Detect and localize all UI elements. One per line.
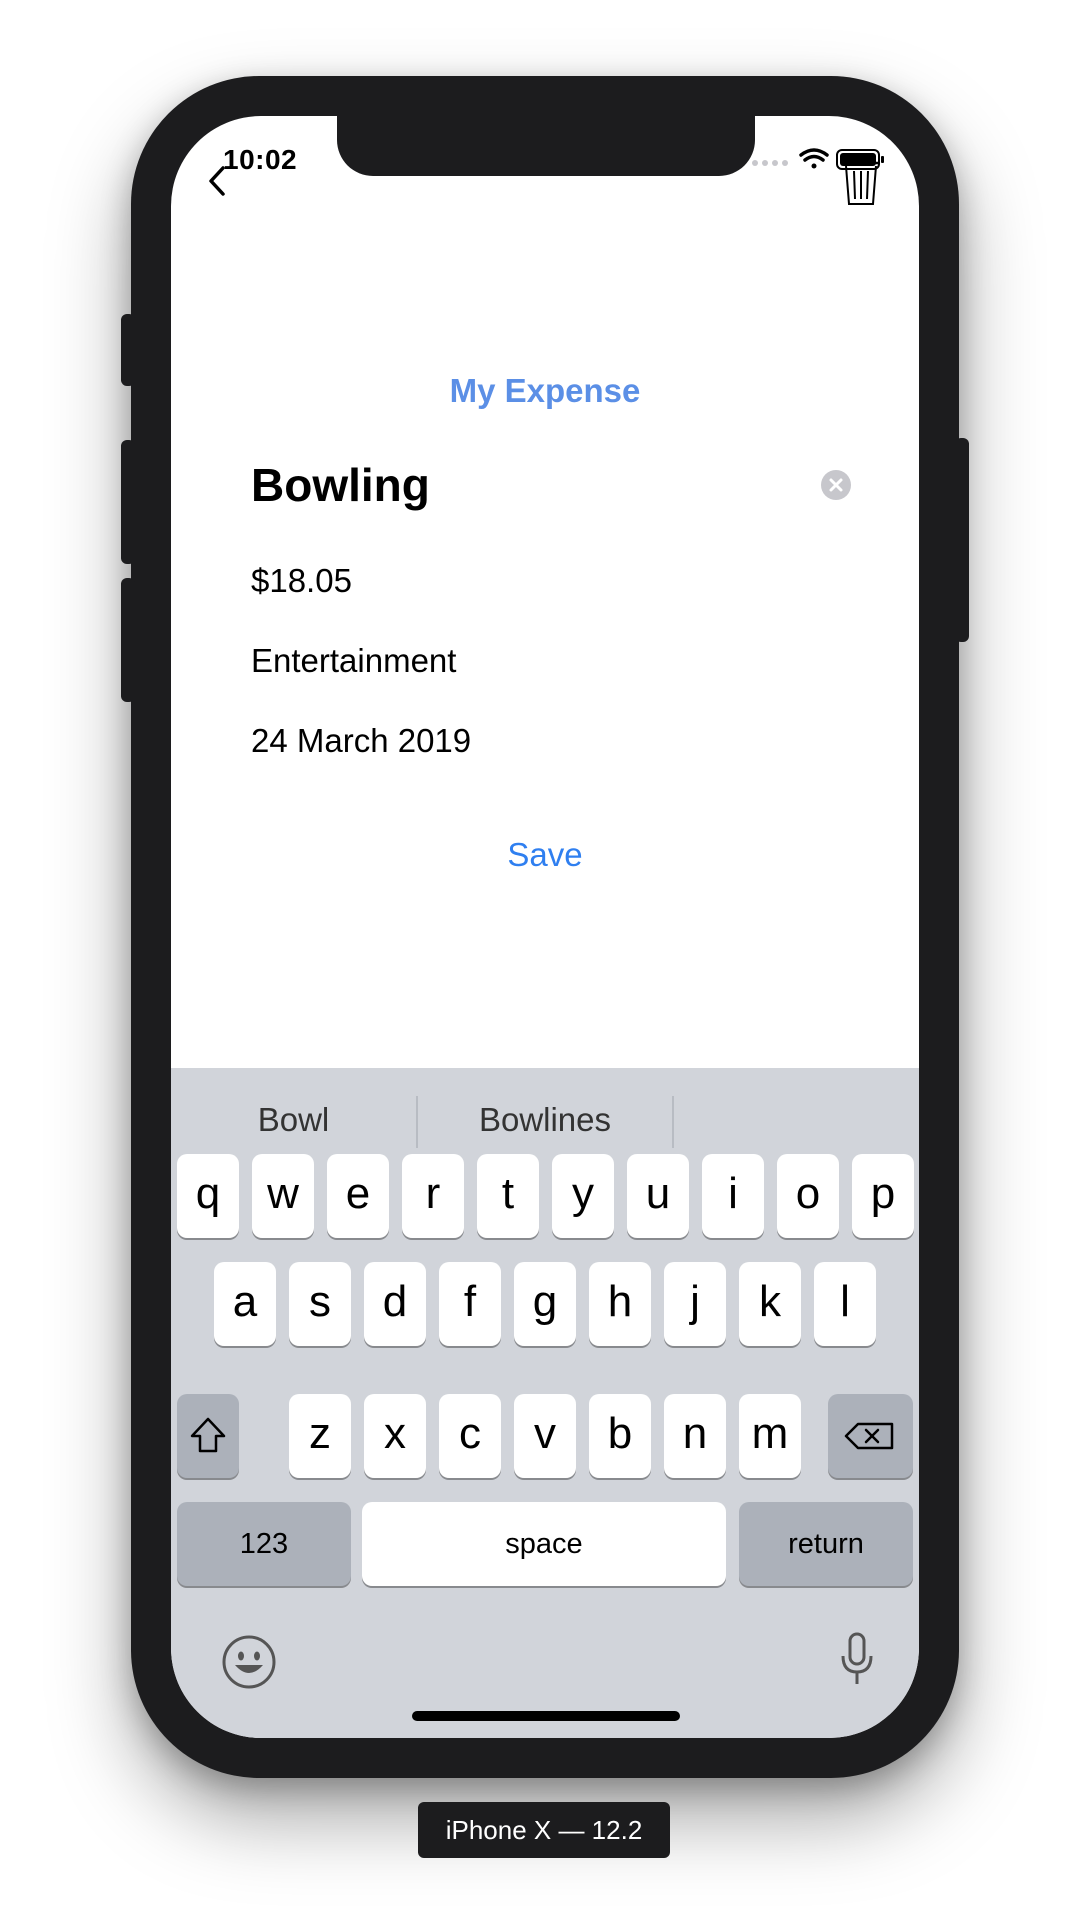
back-button[interactable]: [199, 160, 239, 204]
key-k[interactable]: k: [739, 1262, 801, 1346]
signal-icon: [752, 160, 788, 166]
key-s[interactable]: s: [289, 1262, 351, 1346]
key-o[interactable]: o: [777, 1154, 839, 1238]
date-field[interactable]: 24 March 2019: [251, 722, 471, 760]
key-i[interactable]: i: [702, 1154, 764, 1238]
chevron-left-icon: [209, 166, 225, 196]
clear-icon: [829, 478, 843, 492]
suggestion-bar: Bowl Bowlines: [171, 1068, 919, 1168]
space-key[interactable]: space: [362, 1502, 726, 1586]
key-u[interactable]: u: [627, 1154, 689, 1238]
key-w[interactable]: w: [252, 1154, 314, 1238]
clear-text-button[interactable]: [821, 470, 851, 500]
volume-up-button: [121, 440, 135, 564]
key-q[interactable]: q: [177, 1154, 239, 1238]
key-m[interactable]: m: [739, 1394, 801, 1478]
dictation-button[interactable]: [837, 1630, 877, 1690]
key-x[interactable]: x: [364, 1394, 426, 1478]
suggestion-item[interactable]: Bowlines: [418, 1068, 672, 1168]
keyboard: Bowl Bowlines qwertyuiop asdfghjkl zxcvb…: [171, 1068, 919, 1738]
key-c[interactable]: c: [439, 1394, 501, 1478]
home-indicator[interactable]: [412, 1711, 680, 1721]
device-label: iPhone X — 12.2: [418, 1802, 670, 1858]
key-f[interactable]: f: [439, 1262, 501, 1346]
shift-key[interactable]: [177, 1394, 239, 1478]
key-h[interactable]: h: [589, 1262, 651, 1346]
wifi-icon: [799, 148, 829, 169]
key-l[interactable]: l: [814, 1262, 876, 1346]
key-a[interactable]: a: [214, 1262, 276, 1346]
key-p[interactable]: p: [852, 1154, 914, 1238]
key-v[interactable]: v: [514, 1394, 576, 1478]
page-title: My Expense: [449, 372, 641, 409]
key-b[interactable]: b: [589, 1394, 651, 1478]
backspace-icon: [844, 1422, 894, 1450]
return-key[interactable]: return: [739, 1502, 913, 1586]
expense-name-field[interactable]: Bowling: [251, 452, 851, 524]
delete-button[interactable]: [839, 156, 883, 208]
key-t[interactable]: t: [477, 1154, 539, 1238]
emoji-icon: [222, 1635, 276, 1689]
suggestion-item[interactable]: [674, 1068, 919, 1168]
suggestion-item[interactable]: Bowl: [171, 1068, 416, 1168]
shift-icon: [190, 1417, 226, 1453]
screen: 10:02 My Expense Bowling $18.05 Entertai…: [171, 116, 919, 1738]
key-d[interactable]: d: [364, 1262, 426, 1346]
notch: [337, 116, 755, 176]
amount-field[interactable]: $18.05: [251, 562, 352, 600]
key-z[interactable]: z: [289, 1394, 351, 1478]
key-n[interactable]: n: [664, 1394, 726, 1478]
delete-key[interactable]: [828, 1394, 913, 1478]
microphone-icon: [841, 1632, 873, 1684]
expense-name-value: Bowling: [251, 459, 430, 511]
key-j[interactable]: j: [664, 1262, 726, 1346]
key-r[interactable]: r: [402, 1154, 464, 1238]
category-field[interactable]: Entertainment: [251, 642, 456, 680]
key-g[interactable]: g: [514, 1262, 576, 1346]
emoji-button[interactable]: [221, 1634, 277, 1690]
save-button[interactable]: Save: [171, 836, 919, 874]
power-button: [955, 438, 969, 642]
key-y[interactable]: y: [552, 1154, 614, 1238]
numbers-key[interactable]: 123: [177, 1502, 351, 1586]
key-e[interactable]: e: [327, 1154, 389, 1238]
silent-switch: [121, 314, 135, 386]
volume-down-button: [121, 578, 135, 702]
trash-icon: [842, 157, 880, 205]
